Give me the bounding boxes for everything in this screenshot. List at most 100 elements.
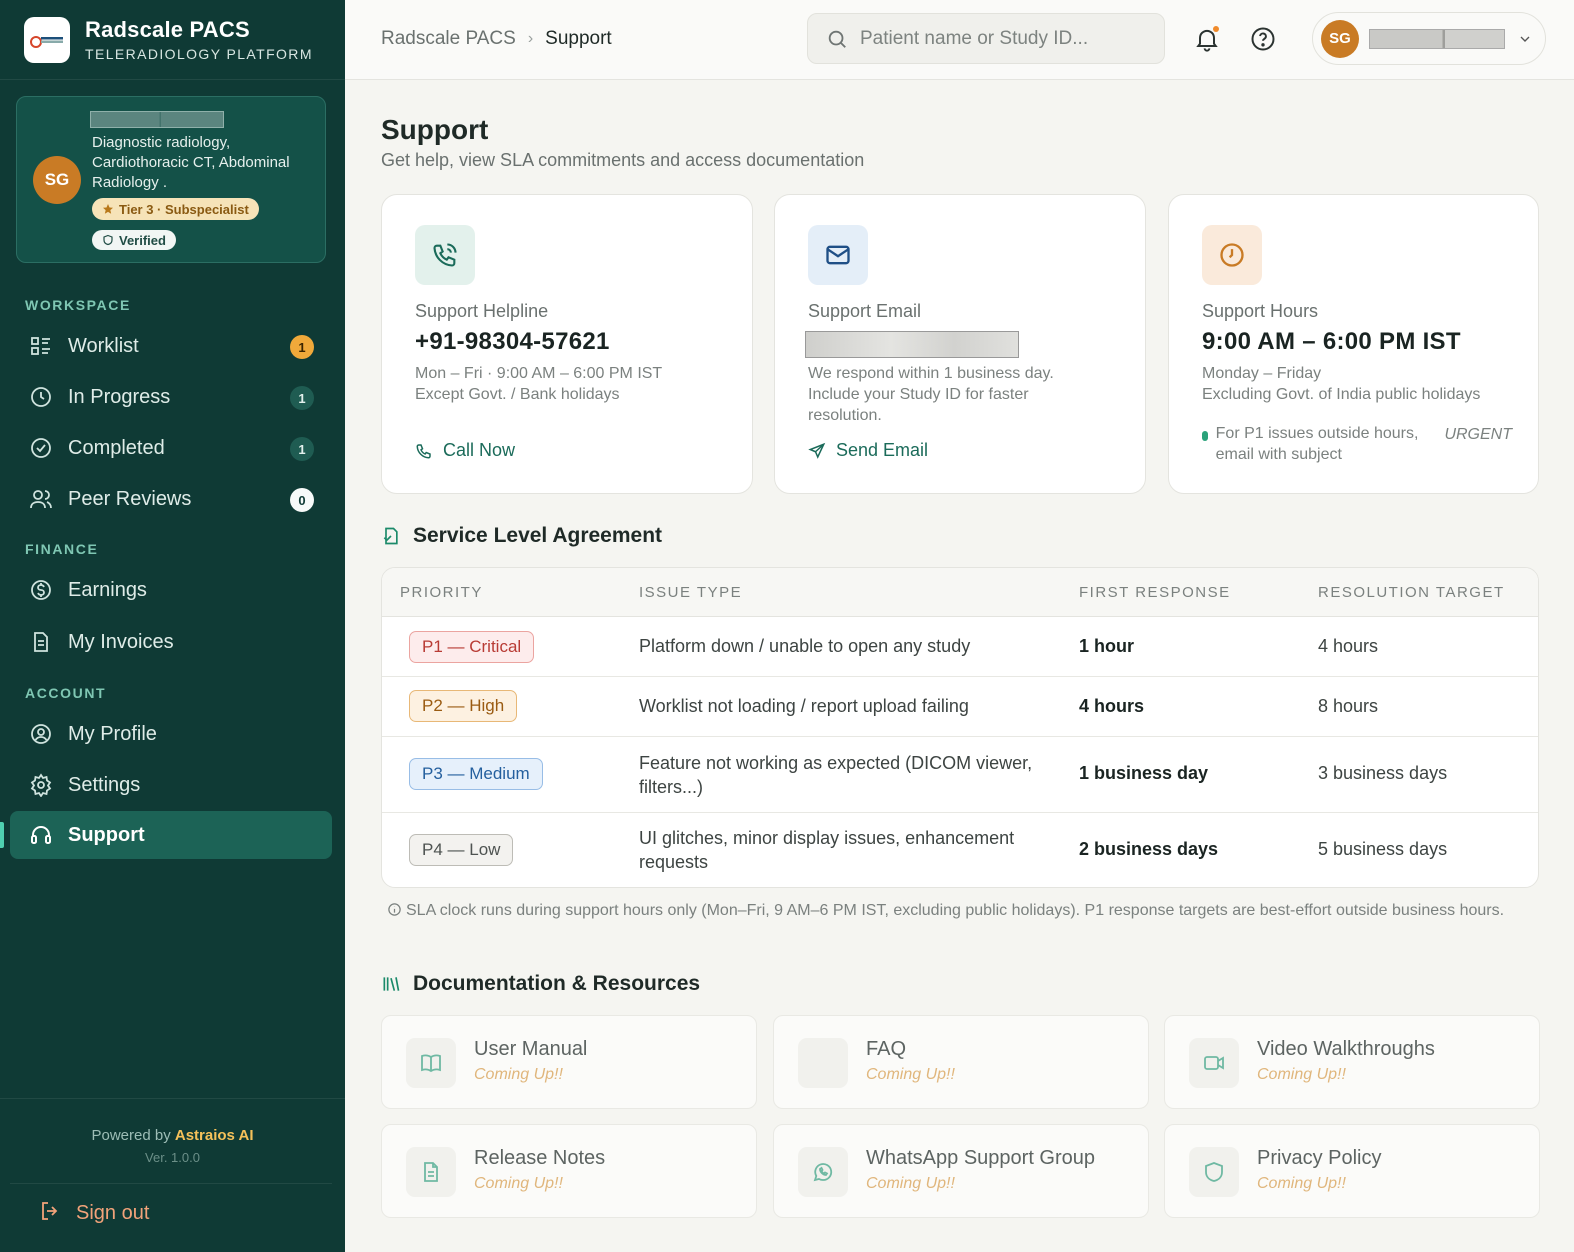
powered-prefix: Powered by xyxy=(91,1127,171,1144)
profile-specialty: Diagnostic radiology, Cardiothoracic CT,… xyxy=(92,134,290,191)
hours-value: 9:00 AM – 6:00 PM IST xyxy=(1202,328,1461,355)
call-now-label: Call Now xyxy=(443,440,516,460)
hours-days: Monday – Friday xyxy=(1202,365,1322,382)
sidebar-item-my-profile[interactable]: My Profile xyxy=(10,710,332,758)
sla-table: PRIORITY ISSUE TYPE FIRST RESPONSE RESOL… xyxy=(381,567,1539,888)
sla-heading: Service Level Agreement xyxy=(381,524,662,548)
hours-card: Support Hours 9:00 AM – 6:00 PM IST Mond… xyxy=(1168,194,1539,494)
sidebar-item-my-invoices[interactable]: My Invoices xyxy=(10,618,332,666)
powered-by: Powered by Astraios AI Ver. 1.0.0 xyxy=(0,1098,345,1165)
doc-title: User Manual xyxy=(474,1038,588,1060)
first-response: 2 business days xyxy=(1079,839,1219,859)
breadcrumb-current: Support xyxy=(545,28,612,49)
verified-badge: Verified xyxy=(92,230,176,250)
count-badge: 1 xyxy=(290,386,314,410)
sign-out-button[interactable]: Sign out xyxy=(10,1183,332,1243)
app-version: Ver. 1.0.0 xyxy=(145,1150,200,1165)
clock-icon xyxy=(28,384,54,410)
brand-name: Radscale PACS xyxy=(85,17,250,42)
hours-note: Monday – Friday Excluding Govt. of India… xyxy=(1202,363,1492,405)
help-icon[interactable] xyxy=(1249,25,1277,53)
helpline-exceptions: Except Govt. / Bank holidays xyxy=(415,386,620,403)
first-response: 1 business day xyxy=(1079,763,1209,783)
column-header: RESOLUTION TARGET xyxy=(1318,584,1505,601)
redacted-username xyxy=(1369,28,1505,49)
first-response: 4 hours xyxy=(1079,696,1145,716)
search-icon xyxy=(828,30,846,48)
dollar-icon xyxy=(28,577,54,603)
doc-faq[interactable]: FAQ Coming Up!! xyxy=(773,1015,1149,1109)
email-label: Support Email xyxy=(808,301,922,321)
search-input[interactable] xyxy=(860,27,1140,50)
send-icon xyxy=(808,442,826,459)
sidebar-item-settings[interactable]: Settings xyxy=(10,761,332,809)
redacted-email xyxy=(805,331,1019,358)
avatar: SG xyxy=(33,156,81,204)
notification-bell-icon[interactable] xyxy=(1193,25,1221,53)
user-circle-icon xyxy=(28,721,54,747)
doc-privacy-policy[interactable]: Privacy Policy Coming Up!! xyxy=(1164,1124,1540,1218)
invoice-icon xyxy=(28,629,54,655)
status-dot xyxy=(1202,431,1208,441)
call-now-button[interactable]: Call Now xyxy=(415,440,515,461)
urgent-note: For P1 issues outside hours, email with … xyxy=(1202,423,1512,465)
info-icon xyxy=(388,903,401,916)
sidebar-item-earnings[interactable]: Earnings xyxy=(10,566,332,614)
column-header: FIRST RESPONSE xyxy=(1079,584,1231,601)
library-icon xyxy=(383,977,400,991)
priority-badge: P4 — Low xyxy=(409,834,514,866)
table-row: P2 — High Worklist not loading / report … xyxy=(382,677,1538,737)
sidebar-item-support[interactable]: Support xyxy=(10,811,332,859)
sidebar-item-label: My Invoices xyxy=(68,630,174,653)
send-email-button[interactable]: Send Email xyxy=(808,440,928,461)
doc-status: Coming Up!! xyxy=(474,1175,563,1192)
doc-title: Privacy Policy xyxy=(1257,1147,1382,1169)
doc-video-walkthroughs[interactable]: Video Walkthroughs Coming Up!! xyxy=(1164,1015,1540,1109)
topbar: Radscale PACS › Support SG xyxy=(345,0,1574,80)
logout-icon xyxy=(38,1199,62,1229)
column-header: PRIORITY xyxy=(400,584,483,601)
file-text-icon xyxy=(406,1147,456,1197)
urgent-tag: URGENT xyxy=(1444,426,1512,443)
page-subtitle: Get help, view SLA commitments and acces… xyxy=(381,150,865,170)
section-workspace: WORKSPACE xyxy=(25,297,131,313)
table-row: P3 — Medium Feature not working as expec… xyxy=(382,737,1538,813)
sidebar-item-label: In Progress xyxy=(68,385,171,408)
sidebar-item-completed[interactable]: Completed 1 xyxy=(10,424,332,472)
doc-release-notes[interactable]: Release Notes Coming Up!! xyxy=(381,1124,757,1218)
email-card: Support Email We respond within 1 busine… xyxy=(774,194,1146,494)
search-box[interactable] xyxy=(807,13,1165,64)
doc-title: FAQ xyxy=(866,1038,907,1060)
doc-status: Coming Up!! xyxy=(1257,1066,1346,1083)
sidebar-item-worklist[interactable]: Worklist 1 xyxy=(10,322,332,370)
sidebar-item-label: Peer Reviews xyxy=(68,487,192,510)
whatsapp-icon xyxy=(798,1147,848,1197)
count-badge: 1 xyxy=(290,437,314,461)
doc-whatsapp-group[interactable]: WhatsApp Support Group Coming Up!! xyxy=(773,1124,1149,1218)
breadcrumb-root[interactable]: Radscale PACS xyxy=(381,28,516,50)
resolution-target: 8 hours xyxy=(1318,696,1379,716)
redacted-name xyxy=(90,111,224,128)
faq-icon xyxy=(798,1038,848,1088)
shield-icon xyxy=(1189,1147,1239,1197)
sidebar-item-label: Completed xyxy=(68,436,165,459)
sidebar-item-label: Settings xyxy=(68,773,141,796)
issue-type: Worklist not loading / report upload fai… xyxy=(639,696,969,716)
column-header: ISSUE TYPE xyxy=(639,584,743,601)
docs-heading-label: Documentation & Resources xyxy=(413,972,701,995)
doc-user-manual[interactable]: User Manual Coming Up!! xyxy=(381,1015,757,1109)
user-menu[interactable]: SG xyxy=(1312,12,1546,65)
doc-status: Coming Up!! xyxy=(866,1175,955,1192)
star-icon xyxy=(103,204,113,214)
sidebar-item-peer-reviews[interactable]: Peer Reviews 0 xyxy=(10,475,332,523)
issue-type: Feature not working as expected (DICOM v… xyxy=(639,753,1033,797)
sidebar-item-label: Worklist xyxy=(68,334,139,357)
doc-title: Video Walkthroughs xyxy=(1257,1038,1435,1060)
sidebar-item-in-progress[interactable]: In Progress 1 xyxy=(10,373,332,421)
doc-status: Coming Up!! xyxy=(1257,1175,1346,1192)
docs-heading: Documentation & Resources xyxy=(381,972,700,996)
count-badge: 0 xyxy=(290,488,314,512)
sla-heading-label: Service Level Agreement xyxy=(413,524,663,547)
priority-badge: P2 — High xyxy=(409,690,518,722)
doc-status: Coming Up!! xyxy=(474,1066,563,1083)
